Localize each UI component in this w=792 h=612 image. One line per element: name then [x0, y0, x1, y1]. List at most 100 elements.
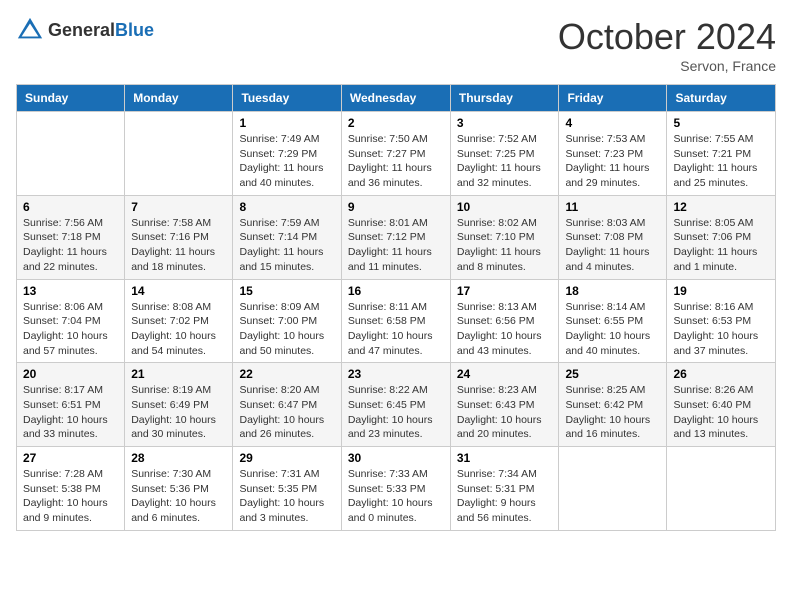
calendar-cell: 17 Sunrise: 8:13 AM Sunset: 6:56 PM Dayli… — [450, 279, 559, 363]
day-number: 5 — [673, 116, 769, 130]
day-info: Sunrise: 7:30 AM Sunset: 5:36 PM Dayligh… — [131, 467, 226, 526]
page-header: GeneralBlue October 2024 Servon, France — [16, 16, 776, 74]
day-info: Sunrise: 7:58 AM Sunset: 7:16 PM Dayligh… — [131, 216, 226, 275]
day-info: Sunrise: 8:09 AM Sunset: 7:00 PM Dayligh… — [239, 300, 334, 359]
day-number: 30 — [348, 451, 444, 465]
day-number: 17 — [457, 284, 553, 298]
calendar-cell: 20 Sunrise: 8:17 AM Sunset: 6:51 PM Dayli… — [17, 363, 125, 447]
day-number: 6 — [23, 200, 118, 214]
day-info: Sunrise: 8:01 AM Sunset: 7:12 PM Dayligh… — [348, 216, 444, 275]
day-number: 20 — [23, 367, 118, 381]
location-subtitle: Servon, France — [558, 58, 776, 74]
day-number: 22 — [239, 367, 334, 381]
day-info: Sunrise: 7:33 AM Sunset: 5:33 PM Dayligh… — [348, 467, 444, 526]
calendar-cell: 9 Sunrise: 8:01 AM Sunset: 7:12 PM Daylig… — [341, 195, 450, 279]
weekday-header-row: SundayMondayTuesdayWednesdayThursdayFrid… — [17, 85, 776, 112]
month-title: October 2024 — [558, 16, 776, 58]
calendar-cell: 14 Sunrise: 8:08 AM Sunset: 7:02 PM Dayli… — [125, 279, 233, 363]
day-info: Sunrise: 8:16 AM Sunset: 6:53 PM Dayligh… — [673, 300, 769, 359]
day-info: Sunrise: 7:28 AM Sunset: 5:38 PM Dayligh… — [23, 467, 118, 526]
day-number: 21 — [131, 367, 226, 381]
day-info: Sunrise: 8:08 AM Sunset: 7:02 PM Dayligh… — [131, 300, 226, 359]
day-info: Sunrise: 7:31 AM Sunset: 5:35 PM Dayligh… — [239, 467, 334, 526]
calendar-cell — [17, 112, 125, 196]
calendar-cell: 12 Sunrise: 8:05 AM Sunset: 7:06 PM Dayli… — [667, 195, 776, 279]
logo-icon — [16, 16, 44, 44]
calendar-cell: 30 Sunrise: 7:33 AM Sunset: 5:33 PM Dayli… — [341, 447, 450, 531]
calendar-cell: 13 Sunrise: 8:06 AM Sunset: 7:04 PM Dayli… — [17, 279, 125, 363]
weekday-header-saturday: Saturday — [667, 85, 776, 112]
day-info: Sunrise: 7:49 AM Sunset: 7:29 PM Dayligh… — [239, 132, 334, 191]
calendar-cell: 10Sunrise: 8:02 AM Sunset: 7:10 PM Dayli… — [450, 195, 559, 279]
day-number: 8 — [239, 200, 334, 214]
day-number: 7 — [131, 200, 226, 214]
day-info: Sunrise: 8:14 AM Sunset: 6:55 PM Dayligh… — [565, 300, 660, 359]
calendar-cell: 16Sunrise: 8:11 AM Sunset: 6:58 PM Dayli… — [341, 279, 450, 363]
calendar-cell: 28Sunrise: 7:30 AM Sunset: 5:36 PM Dayli… — [125, 447, 233, 531]
day-info: Sunrise: 7:50 AM Sunset: 7:27 PM Dayligh… — [348, 132, 444, 191]
logo-text-general: General — [48, 20, 115, 40]
calendar-cell: 26 Sunrise: 8:26 AM Sunset: 6:40 PM Dayli… — [667, 363, 776, 447]
day-number: 26 — [673, 367, 769, 381]
weekday-header-tuesday: Tuesday — [233, 85, 341, 112]
day-number: 13 — [23, 284, 118, 298]
weekday-header-sunday: Sunday — [17, 85, 125, 112]
day-info: Sunrise: 8:13 AM Sunset: 6:56 PM Dayligh… — [457, 300, 553, 359]
calendar-cell: 31Sunrise: 7:34 AM Sunset: 5:31 PM Dayli… — [450, 447, 559, 531]
calendar-cell: 27 Sunrise: 7:28 AM Sunset: 5:38 PM Dayli… — [17, 447, 125, 531]
week-row-1: 1Sunrise: 7:49 AM Sunset: 7:29 PM Daylig… — [17, 112, 776, 196]
day-info: Sunrise: 8:06 AM Sunset: 7:04 PM Dayligh… — [23, 300, 118, 359]
calendar-cell: 4 Sunrise: 7:53 AM Sunset: 7:23 PM Daylig… — [559, 112, 667, 196]
title-area: October 2024 Servon, France — [558, 16, 776, 74]
calendar-cell: 8 Sunrise: 7:59 AM Sunset: 7:14 PM Daylig… — [233, 195, 341, 279]
day-number: 4 — [565, 116, 660, 130]
day-number: 19 — [673, 284, 769, 298]
day-info: Sunrise: 8:05 AM Sunset: 7:06 PM Dayligh… — [673, 216, 769, 275]
day-number: 9 — [348, 200, 444, 214]
day-info: Sunrise: 8:25 AM Sunset: 6:42 PM Dayligh… — [565, 383, 660, 442]
calendar-cell — [559, 447, 667, 531]
day-info: Sunrise: 8:19 AM Sunset: 6:49 PM Dayligh… — [131, 383, 226, 442]
day-number: 10 — [457, 200, 553, 214]
weekday-header-thursday: Thursday — [450, 85, 559, 112]
calendar-cell: 29 Sunrise: 7:31 AM Sunset: 5:35 PM Dayli… — [233, 447, 341, 531]
day-number: 25 — [565, 367, 660, 381]
calendar-cell: 1Sunrise: 7:49 AM Sunset: 7:29 PM Daylig… — [233, 112, 341, 196]
calendar-cell: 11 Sunrise: 8:03 AM Sunset: 7:08 PM Dayli… — [559, 195, 667, 279]
calendar-cell: 21 Sunrise: 8:19 AM Sunset: 6:49 PM Dayli… — [125, 363, 233, 447]
day-info: Sunrise: 8:17 AM Sunset: 6:51 PM Dayligh… — [23, 383, 118, 442]
day-number: 14 — [131, 284, 226, 298]
day-info: Sunrise: 8:23 AM Sunset: 6:43 PM Dayligh… — [457, 383, 553, 442]
day-number: 29 — [239, 451, 334, 465]
day-number: 12 — [673, 200, 769, 214]
calendar-cell: 18 Sunrise: 8:14 AM Sunset: 6:55 PM Dayli… — [559, 279, 667, 363]
week-row-5: 27 Sunrise: 7:28 AM Sunset: 5:38 PM Dayli… — [17, 447, 776, 531]
calendar-cell: 15Sunrise: 8:09 AM Sunset: 7:00 PM Dayli… — [233, 279, 341, 363]
day-info: Sunrise: 7:59 AM Sunset: 7:14 PM Dayligh… — [239, 216, 334, 275]
day-info: Sunrise: 8:26 AM Sunset: 6:40 PM Dayligh… — [673, 383, 769, 442]
calendar-cell: 23 Sunrise: 8:22 AM Sunset: 6:45 PM Dayli… — [341, 363, 450, 447]
calendar-cell: 5 Sunrise: 7:55 AM Sunset: 7:21 PM Daylig… — [667, 112, 776, 196]
day-info: Sunrise: 8:22 AM Sunset: 6:45 PM Dayligh… — [348, 383, 444, 442]
calendar-cell: 7 Sunrise: 7:58 AM Sunset: 7:16 PM Daylig… — [125, 195, 233, 279]
calendar-table: SundayMondayTuesdayWednesdayThursdayFrid… — [16, 84, 776, 531]
day-number: 2 — [348, 116, 444, 130]
calendar-cell: 19 Sunrise: 8:16 AM Sunset: 6:53 PM Dayli… — [667, 279, 776, 363]
day-number: 23 — [348, 367, 444, 381]
day-info: Sunrise: 8:03 AM Sunset: 7:08 PM Dayligh… — [565, 216, 660, 275]
day-info: Sunrise: 7:52 AM Sunset: 7:25 PM Dayligh… — [457, 132, 553, 191]
week-row-2: 6Sunrise: 7:56 AM Sunset: 7:18 PM Daylig… — [17, 195, 776, 279]
calendar-cell — [667, 447, 776, 531]
calendar-cell: 3Sunrise: 7:52 AM Sunset: 7:25 PM Daylig… — [450, 112, 559, 196]
day-info: Sunrise: 7:53 AM Sunset: 7:23 PM Dayligh… — [565, 132, 660, 191]
day-number: 24 — [457, 367, 553, 381]
day-number: 11 — [565, 200, 660, 214]
day-info: Sunrise: 7:34 AM Sunset: 5:31 PM Dayligh… — [457, 467, 553, 526]
day-info: Sunrise: 7:55 AM Sunset: 7:21 PM Dayligh… — [673, 132, 769, 191]
day-number: 16 — [348, 284, 444, 298]
day-number: 27 — [23, 451, 118, 465]
calendar-cell: 2 Sunrise: 7:50 AM Sunset: 7:27 PM Daylig… — [341, 112, 450, 196]
day-number: 18 — [565, 284, 660, 298]
weekday-header-wednesday: Wednesday — [341, 85, 450, 112]
calendar-cell: 22Sunrise: 8:20 AM Sunset: 6:47 PM Dayli… — [233, 363, 341, 447]
